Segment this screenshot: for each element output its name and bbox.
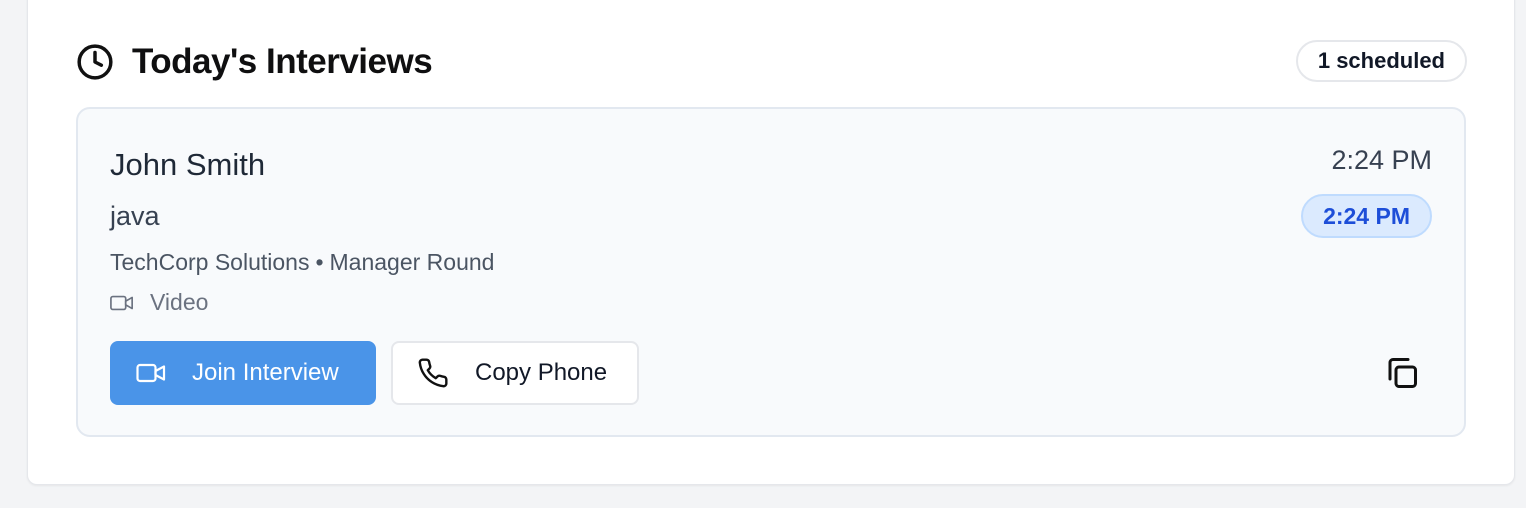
copy-button[interactable]	[1384, 355, 1420, 391]
interview-role: java	[110, 201, 160, 231]
interview-time: 2:24 PM	[1331, 145, 1432, 175]
interview-card: John Smith java TechCorp Solutions • Manag…	[76, 107, 1466, 437]
mode-label: Video	[150, 289, 209, 315]
copy-icon	[1388, 358, 1417, 388]
company-round-line: TechCorp Solutions • Manager Round	[110, 249, 494, 276]
copy-phone-button[interactable]: Copy Phone	[391, 341, 639, 405]
section-header: Today's Interviews 1 scheduled	[76, 40, 1467, 86]
separator: •	[315, 249, 324, 275]
interview-mode: Video	[110, 289, 208, 316]
section-title: Today's Interviews	[132, 42, 433, 81]
candidate-name: John Smith	[110, 147, 266, 182]
round-name: Manager Round	[329, 249, 495, 275]
scheduled-count-badge: 1 scheduled	[1295, 40, 1467, 82]
join-interview-label: Join Interview	[192, 359, 339, 386]
phone-icon	[418, 358, 448, 388]
video-icon	[110, 295, 133, 310]
clock-icon	[77, 44, 113, 80]
copy-phone-label: Copy Phone	[475, 359, 608, 386]
company-name: TechCorp Solutions	[110, 249, 310, 275]
time-badge: 2:24 PM	[1301, 194, 1432, 238]
join-interview-button[interactable]: Join Interview	[110, 341, 376, 405]
video-icon	[136, 363, 166, 383]
